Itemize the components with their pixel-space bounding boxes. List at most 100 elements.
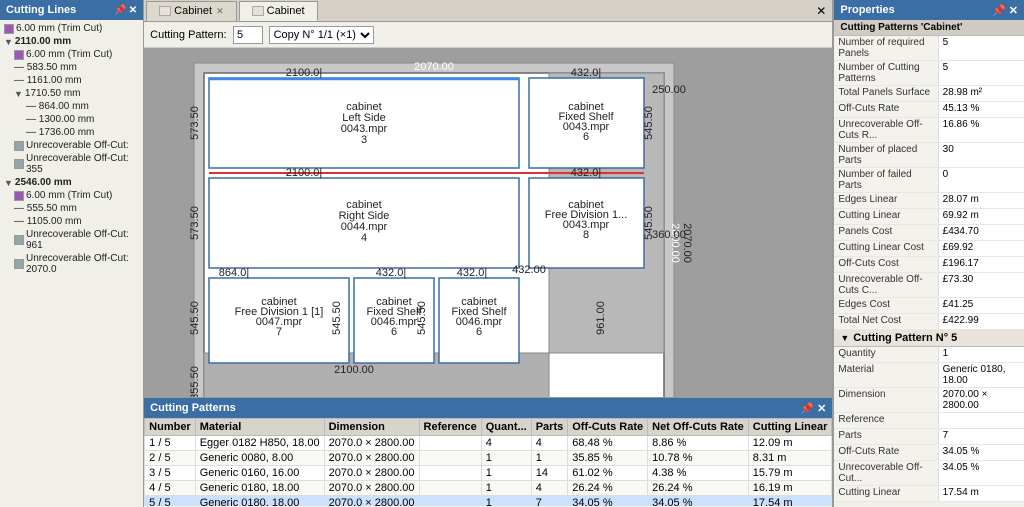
tree-item[interactable]: 6.00 mm (Trim Cut) bbox=[2, 22, 141, 35]
cell-reference bbox=[419, 496, 481, 507]
close-icon[interactable]: ✕ bbox=[1009, 5, 1018, 17]
copy-select[interactable]: Copy N° 1/1 (×1) bbox=[269, 26, 374, 44]
expand-icon[interactable]: ▼ bbox=[4, 178, 13, 188]
cell-net-offcuts: 8.86 % bbox=[648, 436, 749, 451]
tree-item[interactable]: ▼ 2546.00 mm bbox=[2, 176, 141, 189]
cell-parts: 4 bbox=[531, 436, 568, 451]
cell-material: Egger 0182 H850, 18.00 bbox=[195, 436, 324, 451]
canvas-area[interactable]: 2070.00 2800.00 cabinet Left Side 0043.m… bbox=[144, 48, 832, 397]
svg-text:2070.00: 2070.00 bbox=[681, 223, 693, 263]
table-row[interactable]: 5 / 5 Generic 0180, 18.00 2070.0 × 2800.… bbox=[145, 496, 832, 507]
prop-value: 30 bbox=[939, 143, 1024, 167]
right-panel-title: Properties bbox=[840, 4, 894, 16]
cell-parts: 4 bbox=[531, 481, 568, 496]
pin-icon[interactable]: 📌 bbox=[800, 403, 814, 415]
svg-text:2070.00: 2070.00 bbox=[414, 61, 454, 73]
pin-icon[interactable]: 📌 bbox=[992, 5, 1006, 17]
tree-item[interactable]: — 1105.00 mm bbox=[2, 215, 141, 228]
svg-text:355.50: 355.50 bbox=[189, 366, 201, 397]
svg-text:545.50: 545.50 bbox=[643, 106, 655, 140]
close-icon[interactable]: ✕ bbox=[129, 5, 137, 16]
cell-cutting: 17.54 m bbox=[748, 496, 832, 507]
color-indicator bbox=[14, 191, 24, 201]
pattern-number-input[interactable] bbox=[233, 26, 263, 44]
cell-number: 2 / 5 bbox=[145, 451, 196, 466]
tree-item[interactable]: — 864.00 mm bbox=[2, 100, 141, 113]
tree-item[interactable]: ▼ 2110.00 mm bbox=[2, 35, 141, 48]
tree-item[interactable]: Unrecoverable Off-Cut: 961 bbox=[2, 228, 141, 252]
bottom-panel: Cutting Patterns 📌 ✕ Number Material Dim… bbox=[144, 397, 832, 507]
tree-item-label: — 583.50 mm bbox=[14, 62, 77, 73]
tree-item[interactable]: ▼ 1710.50 mm bbox=[2, 87, 141, 100]
table-row[interactable]: 4 / 5 Generic 0180, 18.00 2070.0 × 2800.… bbox=[145, 481, 832, 496]
prop-value: 5 bbox=[939, 36, 1024, 60]
cell-cutting: 8.31 m bbox=[748, 451, 832, 466]
tree-item-label: 6.00 mm (Trim Cut) bbox=[16, 23, 102, 34]
right-panel: Properties 📌 ✕ Cutting Patterns 'Cabinet… bbox=[833, 0, 1024, 507]
prop-row: Cutting Linear Cost £69.92 bbox=[834, 241, 1024, 257]
cell-reference bbox=[419, 481, 481, 496]
tree-item[interactable]: — 1300.00 mm bbox=[2, 113, 141, 126]
expand-icon[interactable]: ▼ bbox=[14, 89, 23, 99]
tree-item[interactable]: Unrecoverable Off-Cut: 2070.0 bbox=[2, 252, 141, 276]
table-row[interactable]: 1 / 5 Egger 0182 H850, 18.00 2070.0 × 28… bbox=[145, 436, 832, 451]
tab-cabinet-1[interactable]: Cabinet ✕ bbox=[146, 1, 236, 21]
table-row[interactable]: 3 / 5 Generic 0160, 16.00 2070.0 × 2800.… bbox=[145, 466, 832, 481]
prop-label: Number of placed Parts bbox=[834, 143, 938, 167]
prop-label: Edges Linear bbox=[834, 193, 938, 208]
cell-dimension: 2070.0 × 2800.00 bbox=[324, 481, 419, 496]
tree-item[interactable]: — 555.50 mm bbox=[2, 202, 141, 215]
tab-doc-icon bbox=[159, 6, 171, 16]
cell-dimension: 2070.0 × 2800.00 bbox=[324, 451, 419, 466]
tab-doc-icon bbox=[252, 6, 264, 16]
tree-item-label: — 864.00 mm bbox=[26, 101, 89, 112]
prop-label: Unrecoverable Off-Cut... bbox=[834, 461, 938, 485]
tab-close-button[interactable]: ✕ bbox=[216, 6, 224, 17]
svg-text:545.50: 545.50 bbox=[189, 301, 201, 335]
right-panel-content: Cutting Patterns 'Cabinet' Number of req… bbox=[834, 20, 1024, 507]
tree-item[interactable]: — 583.50 mm bbox=[2, 61, 141, 74]
prop-row: Material Generic 0180, 18.00 bbox=[834, 363, 1024, 388]
tree-item-label: — 1161.00 mm bbox=[14, 75, 82, 86]
cell-quant: 1 bbox=[481, 466, 531, 481]
pin-icon[interactable]: 📌 bbox=[114, 5, 126, 16]
tree-item[interactable]: — 1161.00 mm bbox=[2, 74, 141, 87]
tree-item[interactable]: — 1736.00 mm bbox=[2, 126, 141, 139]
cell-offcuts: 35.85 % bbox=[568, 451, 648, 466]
tree-item[interactable]: 6.00 mm (Trim Cut) bbox=[2, 48, 141, 61]
expand-icon[interactable]: ▼ bbox=[840, 333, 849, 343]
cell-cutting: 16.19 m bbox=[748, 481, 832, 496]
tree-item[interactable]: 6.00 mm (Trim Cut) bbox=[2, 189, 141, 202]
prop-row: Cutting Linear 69.92 m bbox=[834, 209, 1024, 225]
tree-item-label: 2546.00 mm bbox=[15, 177, 72, 188]
prop-row: Parts 7 bbox=[834, 429, 1024, 445]
bottom-table-container[interactable]: Number Material Dimension Reference Quan… bbox=[144, 418, 832, 506]
prop-value: £422.99 bbox=[939, 314, 1024, 329]
prop-row: Quantity 1 bbox=[834, 347, 1024, 363]
tree-item[interactable]: Unrecoverable Off-Cut: bbox=[2, 139, 141, 152]
svg-text:7: 7 bbox=[276, 326, 282, 338]
tab-cabinet-2[interactable]: Cabinet bbox=[239, 1, 318, 21]
left-panel-icons: 📌 ✕ bbox=[114, 5, 137, 16]
center-toolbar: Cutting Pattern: Copy N° 1/1 (×1) bbox=[144, 22, 832, 48]
tree-item[interactable]: Unrecoverable Off-Cut: 355 bbox=[2, 152, 141, 176]
cell-quant: 1 bbox=[481, 481, 531, 496]
sub-section-header[interactable]: ▼ Cutting Pattern N° 5 bbox=[834, 330, 1024, 347]
cell-number: 3 / 5 bbox=[145, 466, 196, 481]
prop-value: 28.98 m² bbox=[939, 86, 1024, 101]
expand-icon[interactable]: ▼ bbox=[4, 37, 13, 47]
prop-row: Total Panels Surface 28.98 m² bbox=[834, 86, 1024, 102]
color-indicator bbox=[14, 141, 24, 151]
table-row[interactable]: 2 / 5 Generic 0080, 8.00 2070.0 × 2800.0… bbox=[145, 451, 832, 466]
col-number: Number bbox=[145, 419, 196, 436]
cell-quant: 1 bbox=[481, 496, 531, 507]
prop-value bbox=[939, 413, 1024, 428]
close-icon[interactable]: ✕ bbox=[817, 403, 826, 415]
panel-close-button[interactable]: ✕ bbox=[810, 4, 832, 18]
prop-row: Number of Cutting Patterns 5 bbox=[834, 61, 1024, 86]
color-indicator bbox=[14, 50, 24, 60]
prop-label: Total Panels Surface bbox=[834, 86, 938, 101]
col-reference: Reference bbox=[419, 419, 481, 436]
cutting-patterns-table: Number Material Dimension Reference Quan… bbox=[144, 418, 832, 506]
prop-row: Edges Cost £41.25 bbox=[834, 298, 1024, 314]
